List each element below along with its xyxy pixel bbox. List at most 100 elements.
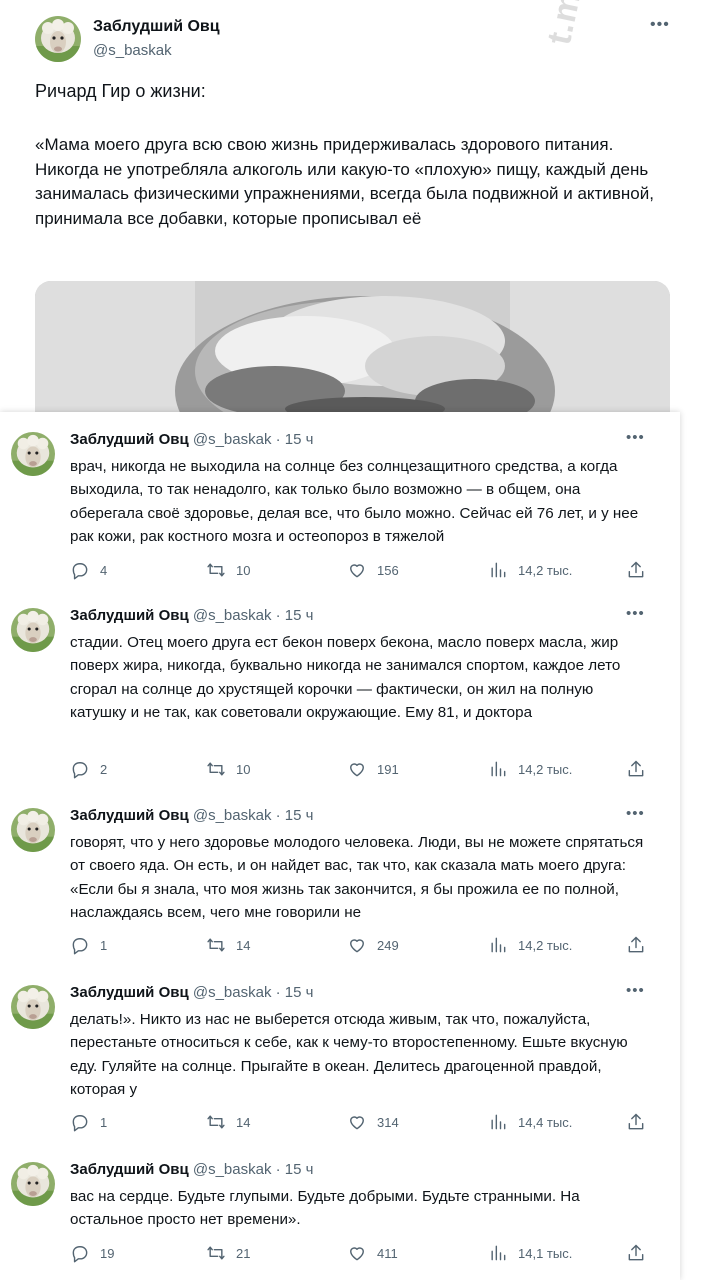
reply-count: 2 (100, 761, 108, 777)
sheep-avatar-image (11, 608, 55, 652)
author-name[interactable]: Заблудший Овц (70, 984, 189, 1001)
like-button[interactable]: 249 (347, 934, 399, 956)
reply-icon (72, 563, 88, 580)
share-button[interactable] (626, 559, 646, 581)
author-handle[interactable]: @s_baskak (193, 607, 272, 624)
avatar[interactable] (11, 808, 55, 852)
tweet-text: вас на сердце. Будьте глупыми. Будьте до… (70, 1188, 580, 1229)
tweet-text: стадии. Отец моего друга ест бекон повер… (70, 634, 621, 721)
tweet-header: Заблудший Овц @s_baskak · 15 ч (70, 1161, 313, 1178)
views-count: 14,4 тыс. (518, 1114, 573, 1130)
share-button[interactable] (626, 1242, 646, 1264)
views-count: 14,2 тыс. (518, 562, 573, 578)
retweet-button[interactable]: 14 (206, 934, 250, 956)
more-icon[interactable]: ••• (650, 16, 670, 34)
tweet-time[interactable]: · 15 ч (276, 431, 314, 448)
author-handle[interactable]: @s_baskak (193, 807, 272, 824)
reply-count: 4 (100, 562, 108, 578)
avatar[interactable] (11, 985, 55, 1029)
retweet-icon (207, 1115, 225, 1129)
heart-icon (350, 1116, 364, 1130)
share-button[interactable] (626, 1111, 646, 1133)
views-button[interactable]: 14,1 тыс. (488, 1242, 572, 1264)
thread-tweet[interactable]: Заблудший Овц @s_baskak · 15 ч ••• стади… (0, 588, 680, 788)
like-button[interactable]: 314 (347, 1111, 399, 1133)
views-button[interactable]: 14,4 тыс. (488, 1111, 572, 1133)
author-handle[interactable]: @s_baskak (193, 431, 272, 448)
tweet-actions: 2 10 191 14,2 тыс. (70, 758, 650, 780)
tweet-actions: 19 21 411 14,1 тыс. (70, 1242, 650, 1264)
retweet-button[interactable]: 10 (206, 758, 250, 780)
more-icon[interactable]: ••• (626, 805, 645, 822)
like-button[interactable]: 411 (347, 1242, 398, 1264)
heart-icon (350, 564, 364, 578)
like-button[interactable]: 156 (347, 559, 399, 581)
tweet-text: делать!». Никто из нас не выберется отсю… (70, 1011, 628, 1098)
sheep-avatar-image (11, 808, 55, 852)
views-icon (491, 562, 506, 578)
tweet-text: врач, никогда не выходила на солнце без … (70, 458, 639, 545)
author-name[interactable]: Заблудший Овц (70, 431, 189, 448)
tweet-photo[interactable] (35, 281, 670, 412)
views-icon (491, 1245, 506, 1261)
retweet-button[interactable]: 21 (206, 1242, 250, 1264)
like-count: 411 (377, 1245, 398, 1261)
share-icon (628, 1244, 644, 1261)
retweet-button[interactable]: 10 (206, 559, 250, 581)
views-button[interactable]: 14,2 тыс. (488, 559, 572, 581)
views-count: 14,1 тыс. (518, 1245, 573, 1261)
reply-icon (72, 1115, 88, 1132)
more-icon[interactable]: ••• (626, 982, 645, 999)
reply-button[interactable]: 2 (70, 758, 107, 780)
reply-button[interactable]: 4 (70, 559, 107, 581)
retweet-icon (207, 1246, 225, 1260)
author-name[interactable]: Заблудший Овц (70, 607, 189, 624)
sheep-avatar-image (11, 985, 55, 1029)
author-name[interactable]: Заблудший Овц (70, 1161, 189, 1178)
avatar[interactable] (11, 432, 55, 476)
main-tweet: Заблудший Овц @s_baskak ••• Ричард Гир о… (0, 0, 713, 412)
avatar[interactable] (35, 16, 81, 62)
heart-icon (350, 763, 364, 777)
views-button[interactable]: 14,2 тыс. (488, 758, 572, 780)
reply-count: 19 (100, 1245, 115, 1261)
tweet-time[interactable]: · 15 ч (276, 807, 314, 824)
author-name[interactable]: Заблудший Овц (70, 807, 189, 824)
views-count: 14,2 тыс. (518, 761, 573, 777)
more-icon[interactable]: ••• (626, 605, 645, 622)
share-icon (628, 561, 644, 578)
tweet-header: Заблудший Овц @s_baskak · 15 ч (70, 607, 313, 624)
thread-tweet[interactable]: Заблудший Овц @s_baskak · 15 ч ••• говор… (0, 788, 680, 965)
heart-icon (350, 939, 364, 953)
reply-button[interactable]: 19 (70, 1242, 114, 1264)
tweet-time[interactable]: · 15 ч (276, 984, 314, 1001)
author-handle[interactable]: @s_baskak (93, 42, 172, 59)
share-button[interactable] (626, 758, 646, 780)
thread-tweet[interactable]: Заблудший Овц @s_baskak · 15 ч вас на се… (0, 1142, 680, 1280)
tweet-actions: 4 10 156 14,2 тыс. (70, 559, 650, 581)
avatar[interactable] (11, 608, 55, 652)
author-handle[interactable]: @s_baskak (193, 1161, 272, 1178)
like-button[interactable]: 191 (347, 758, 399, 780)
thread-tweet[interactable]: Заблудший Овц @s_baskak · 15 ч ••• врач,… (0, 412, 680, 588)
retweet-icon (207, 762, 225, 776)
avatar[interactable] (11, 1162, 55, 1206)
author-handle[interactable]: @s_baskak (193, 984, 272, 1001)
reply-button[interactable]: 1 (70, 934, 107, 956)
reply-count: 1 (100, 937, 108, 953)
views-icon (491, 1114, 506, 1130)
tweet-time[interactable]: · 15 ч (276, 607, 314, 624)
author-name[interactable]: Заблудший Овц (93, 18, 220, 36)
reply-icon (72, 1246, 88, 1263)
views-button[interactable]: 14,2 тыс. (488, 934, 572, 956)
share-button[interactable] (626, 934, 646, 956)
retweet-button[interactable]: 14 (206, 1111, 250, 1133)
tweet-time[interactable]: · 15 ч (276, 1161, 314, 1178)
retweet-count: 10 (236, 562, 251, 578)
more-icon[interactable]: ••• (626, 429, 645, 446)
reply-button[interactable]: 1 (70, 1111, 107, 1133)
thread-tweet[interactable]: Заблудший Овц @s_baskak · 15 ч ••• делат… (0, 965, 680, 1142)
retweet-icon (207, 938, 225, 952)
retweet-count: 14 (236, 937, 251, 953)
share-icon (628, 1113, 644, 1130)
